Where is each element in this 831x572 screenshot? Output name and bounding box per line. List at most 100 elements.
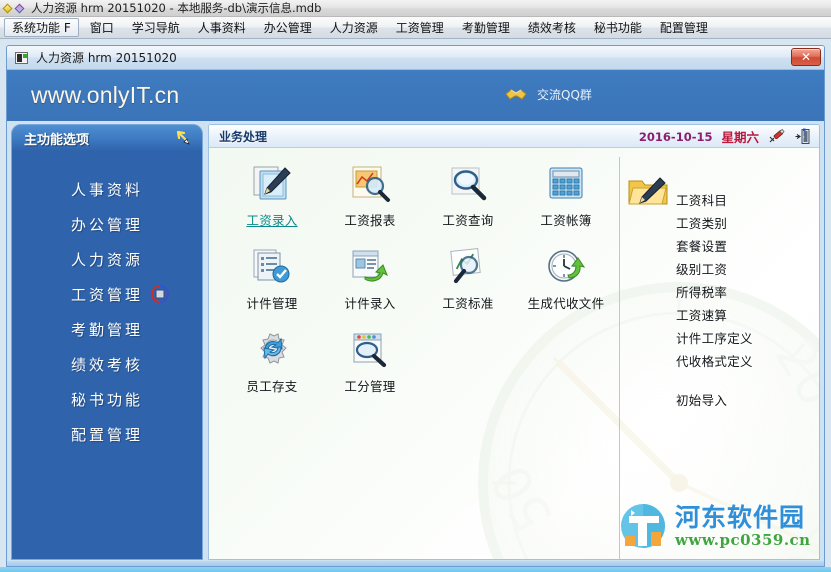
- yellow-arrow-cursor-icon[interactable]: [174, 129, 192, 147]
- folder-pen-icon: [620, 167, 676, 559]
- tile-label: 工分管理: [344, 379, 396, 394]
- qq-group-link[interactable]: 交流QQ群: [505, 86, 592, 103]
- tile-label: 工资帐簿: [540, 213, 592, 228]
- sidebar-item-label: 配置管理: [70, 426, 143, 444]
- tile-label: 员工存支: [246, 379, 298, 394]
- list-item-salary-quick-calc[interactable]: 工资速算: [676, 304, 753, 327]
- menu-item-window[interactable]: 窗口: [81, 17, 123, 38]
- exit-door-icon[interactable]: [794, 128, 811, 145]
- chart-magnifier-icon: [445, 245, 491, 289]
- banner: www.onlyIT.cn 交流QQ群: [7, 70, 824, 121]
- tile-workpoint-manage[interactable]: 工分管理: [321, 328, 419, 395]
- tile-salary-report[interactable]: 工资报表: [321, 162, 419, 229]
- sidebar: 主功能选项 人事资料 办公管理 人力资源 工资管理 考勤管理 绩效考核 秘书功能…: [11, 124, 203, 560]
- menu-item-personnel[interactable]: 人事资料: [189, 17, 255, 38]
- menu-item-hr[interactable]: 人力资源: [321, 17, 387, 38]
- close-button[interactable]: ✕: [791, 48, 821, 66]
- list-item-level-salary[interactable]: 级别工资: [676, 258, 753, 281]
- magnifier-icon: [445, 162, 491, 206]
- child-window: 人力资源 hrm 20151020 ✕ www.onlyIT.cn 交流QQ群: [6, 45, 825, 567]
- sidebar-item-salary[interactable]: 工资管理: [70, 284, 169, 306]
- menu-item-salary[interactable]: 工资管理: [387, 17, 453, 38]
- child-window-title: 人力资源 hrm 20151020: [36, 51, 177, 65]
- current-date: 2016-10-15: [638, 129, 713, 144]
- main-content: 20 30 40 50: [209, 148, 819, 559]
- settings-list: 工资科目 工资类别 套餐设置 级别工资 所得税率 工资速算 计件工序定义 代收格…: [676, 167, 753, 559]
- brand-text: www.onlyIT.cn: [31, 82, 180, 108]
- tile-label: 工资录入: [246, 213, 298, 228]
- application-window: 人力资源 hrm 20151020 - 本地服务-db\演示信息.mdb 系统功…: [0, 0, 831, 572]
- tile-piecework-manage[interactable]: 计件管理: [223, 245, 321, 312]
- sidebar-item-personnel[interactable]: 人事资料: [71, 179, 143, 201]
- tile-grid-wrapper: 工资录入 工资报表 工资查询 工资帐簿 计件管理 计件录入 工资标准 生成代收文…: [209, 148, 619, 559]
- tile-label: 生成代收文件: [527, 296, 605, 311]
- sidebar-item-label: 人事资料: [70, 181, 143, 199]
- settings-list-panel: 工资科目 工资类别 套餐设置 级别工资 所得税率 工资速算 计件工序定义 代收格…: [619, 157, 819, 559]
- sidebar-item-office[interactable]: 办公管理: [71, 214, 143, 236]
- menu-item-study-nav[interactable]: 学习导航: [123, 17, 189, 38]
- tile-employee-savings[interactable]: 员工存支: [223, 328, 321, 395]
- gear-refresh-icon: [249, 328, 295, 372]
- active-indicator-icon: [151, 285, 169, 303]
- sidebar-menu: 人事资料 办公管理 人力资源 工资管理 考勤管理 绩效考核 秘书功能 配置管理: [12, 151, 202, 559]
- sidebar-item-attendance[interactable]: 考勤管理: [71, 319, 143, 341]
- sidebar-header: 主功能选项: [12, 125, 202, 151]
- current-weekday: 星期六: [721, 130, 759, 145]
- list-item-initial-import[interactable]: 初始导入: [676, 389, 753, 412]
- list-item-income-tax-rate[interactable]: 所得税率: [676, 281, 753, 304]
- os-titlebar: 人力资源 hrm 20151020 - 本地服务-db\演示信息.mdb: [0, 0, 831, 17]
- window-bottom-edge: [7, 561, 824, 566]
- window-import-arrow-icon: [347, 245, 393, 289]
- tile-label: 工资标准: [442, 296, 494, 311]
- tile-label: 工资查询: [442, 213, 494, 228]
- sidebar-item-config[interactable]: 配置管理: [71, 424, 143, 446]
- tile-label: 计件管理: [246, 296, 298, 311]
- page-title: 业务处理: [219, 129, 268, 144]
- window-magnifier-icon: [347, 328, 393, 372]
- sidebar-item-performance[interactable]: 绩效考核: [71, 354, 143, 376]
- report-magnifier-icon: [347, 162, 393, 206]
- menu-item-system[interactable]: 系统功能 F: [4, 18, 79, 37]
- child-window-titlebar: 人力资源 hrm 20151020 ✕: [7, 46, 824, 70]
- main-panel-header: 业务处理 2016-10-15 星期六: [209, 125, 819, 148]
- tile-salary-entry[interactable]: 工资录入: [223, 162, 321, 229]
- tile-generate-collection-file[interactable]: 生成代收文件: [517, 245, 615, 312]
- window-app-icon: [15, 51, 28, 64]
- handshake-icon: [505, 88, 527, 102]
- sidebar-item-secretary[interactable]: 秘书功能: [71, 389, 143, 411]
- sidebar-item-label: 绩效考核: [70, 356, 143, 374]
- document-pen-icon: [249, 162, 295, 206]
- clock-arrow-icon: [543, 245, 589, 289]
- sidebar-item-label: 秘书功能: [70, 391, 143, 409]
- tile-grid: 工资录入 工资报表 工资查询 工资帐簿 计件管理 计件录入 工资标准 生成代收文…: [223, 162, 619, 395]
- sidebar-title: 主功能选项: [24, 132, 90, 148]
- list-item-piecework-process-def[interactable]: 计件工序定义: [676, 327, 753, 350]
- list-item-salary-subject[interactable]: 工资科目: [676, 189, 753, 212]
- tile-salary-standard[interactable]: 工资标准: [419, 245, 517, 312]
- menu-item-config[interactable]: 配置管理: [651, 17, 717, 38]
- tile-salary-query[interactable]: 工资查询: [419, 162, 517, 229]
- list-item-salary-category[interactable]: 工资类别: [676, 212, 753, 235]
- window-body: 主功能选项 人事资料 办公管理 人力资源 工资管理 考勤管理 绩效考核 秘书功能…: [7, 121, 824, 566]
- diamond-yellow-icon: [2, 3, 13, 14]
- sidebar-item-label: 人力资源: [70, 251, 143, 269]
- qq-group-label: 交流QQ群: [537, 88, 592, 102]
- tile-label: 工资报表: [344, 213, 396, 228]
- tile-salary-ledger[interactable]: 工资帐簿: [517, 162, 615, 229]
- menu-item-office[interactable]: 办公管理: [255, 17, 321, 38]
- tile-label: 计件录入: [344, 296, 396, 311]
- sidebar-item-hr[interactable]: 人力资源: [71, 249, 143, 271]
- sidebar-item-label: 工资管理: [70, 286, 143, 304]
- menu-item-attendance[interactable]: 考勤管理: [453, 17, 519, 38]
- diamond-multicolor-icon: [14, 3, 25, 14]
- menu-item-performance[interactable]: 绩效考核: [519, 17, 585, 38]
- list-item-collection-format-def[interactable]: 代收格式定义: [676, 350, 753, 373]
- menubar: 系统功能 F 窗口 学习导航 人事资料 办公管理 人力资源 工资管理 考勤管理 …: [0, 17, 831, 39]
- calculator-icon: [543, 162, 589, 206]
- tile-piecework-entry[interactable]: 计件录入: [321, 245, 419, 312]
- header-right-group: 2016-10-15 星期六: [639, 125, 811, 148]
- list-item-package-setting[interactable]: 套餐设置: [676, 235, 753, 258]
- pen-tools-icon[interactable]: [768, 128, 785, 145]
- sidebar-item-label: 办公管理: [70, 216, 143, 234]
- menu-item-secretary[interactable]: 秘书功能: [585, 17, 651, 38]
